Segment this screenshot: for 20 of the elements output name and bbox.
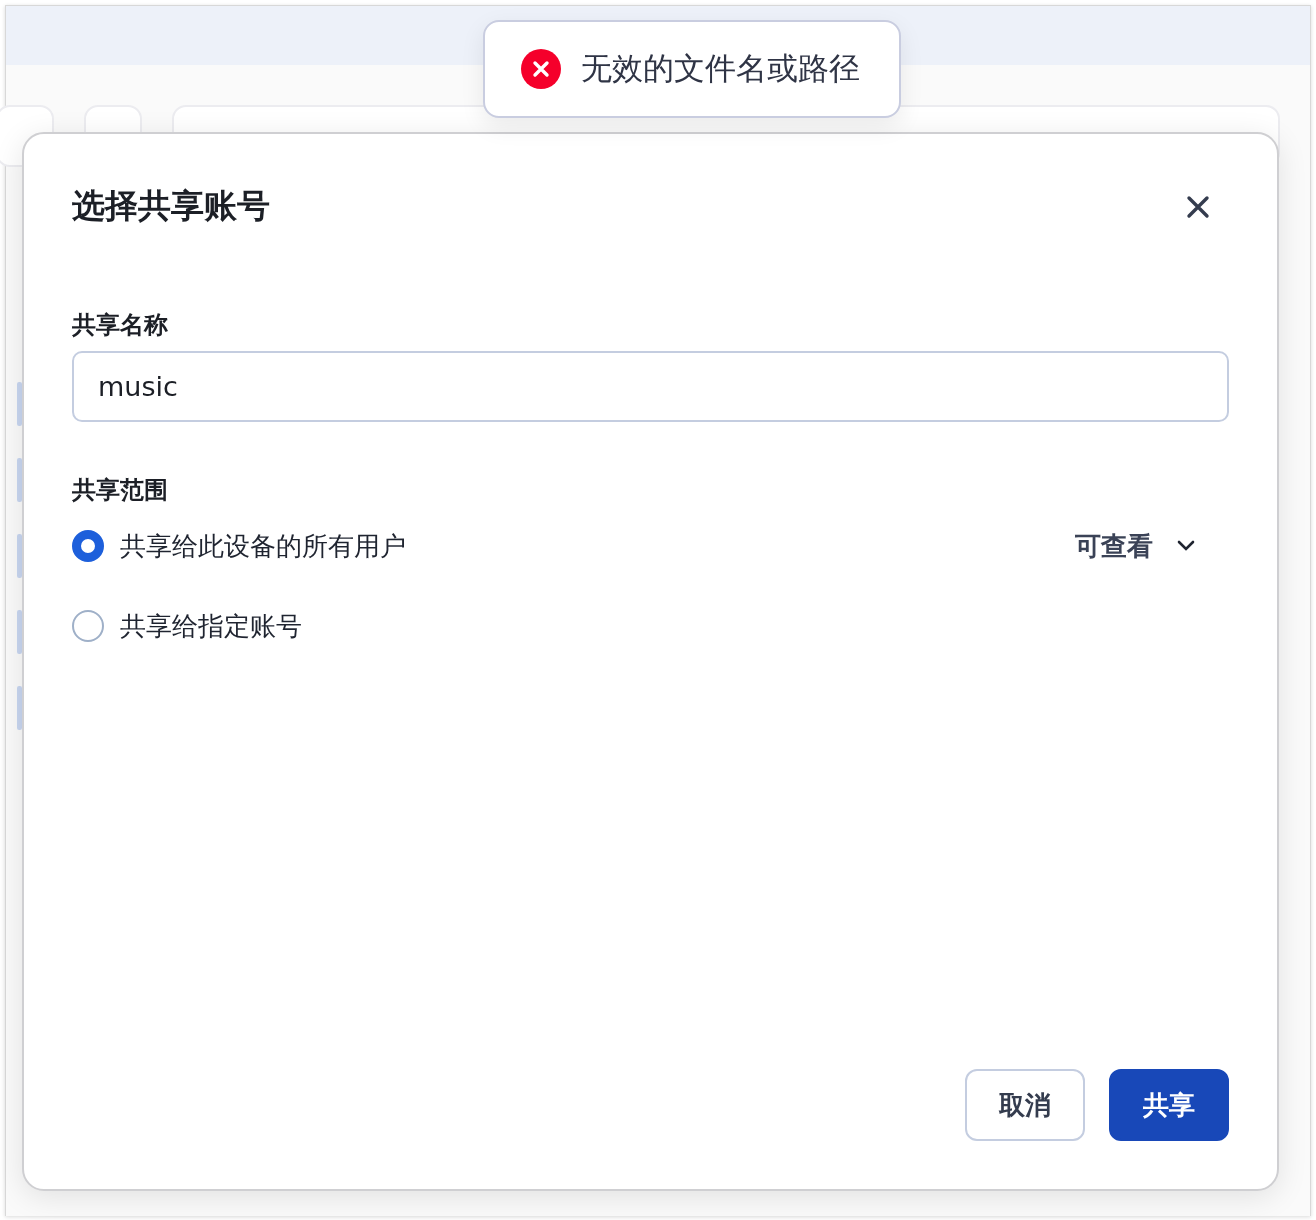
option-label[interactable]: 共享给此设备的所有用户 (120, 528, 406, 564)
row-marker (17, 686, 22, 730)
close-icon (1186, 194, 1210, 219)
chevron-down-icon (1177, 540, 1195, 552)
field-label: 共享名称 (72, 310, 169, 341)
row-marker (17, 610, 22, 654)
cancel-button[interactable]: 取消 (965, 1069, 1085, 1141)
row-marker (17, 382, 22, 426)
row-marker (17, 458, 22, 502)
option-label[interactable]: 共享给指定账号 (120, 608, 302, 644)
toast-message: 无效的文件名或路径 (581, 49, 860, 88)
error-icon (521, 49, 561, 89)
share-name-field[interactable]: music (72, 351, 1229, 422)
field-label: 共享范围 (72, 475, 169, 506)
radio-button[interactable] (72, 610, 104, 642)
dialog-title: 选择共享账号 (72, 185, 270, 227)
radio-button[interactable] (72, 530, 104, 562)
share-button[interactable]: 共享 (1109, 1069, 1229, 1141)
row-marker (17, 534, 22, 578)
permission-dropdown[interactable]: 可查看 (1071, 524, 1199, 568)
